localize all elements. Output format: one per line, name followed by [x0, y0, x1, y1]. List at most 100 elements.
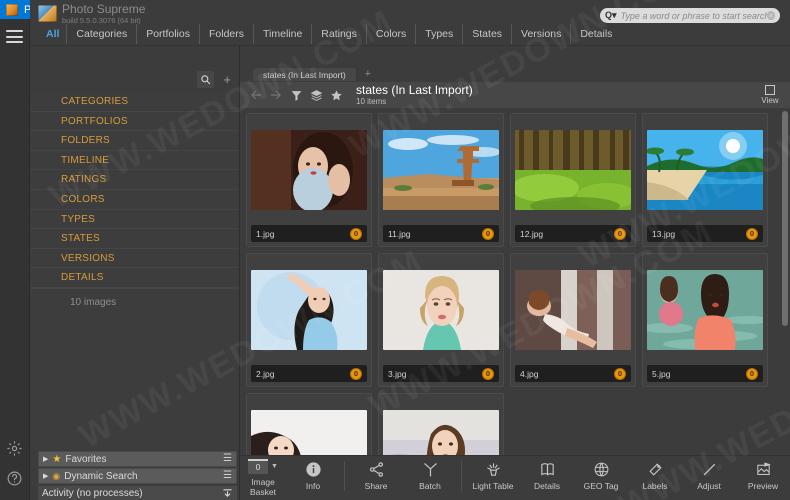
toolbar-light-table-button[interactable]: Light Table [466, 459, 520, 491]
app-icon [6, 3, 18, 16]
dynamic-search-icon: ◉ [52, 470, 61, 481]
thumbnail-image-container [251, 118, 367, 222]
image-basket[interactable]: 0 ▼ Image Basket [240, 459, 286, 497]
thumbnail-woman-on-couch [515, 270, 631, 350]
thumbnail-woman-in-water [647, 270, 763, 350]
search-icon[interactable] [197, 70, 215, 88]
layers-icon[interactable] [306, 85, 326, 105]
thumbnail-cell[interactable]: 11.jpg 0 [378, 113, 504, 247]
thumbnail-image-container [383, 398, 499, 455]
thumbnail-grid: 1.jpg 0 11.jpg 0 12.jpg 0 13.jpg 0 2.jpg… [240, 108, 781, 455]
nav-item-colors[interactable]: Colors [367, 24, 417, 44]
share-icon [349, 459, 403, 479]
nav-item-categories[interactable]: Categories [67, 24, 138, 44]
nav-item-states[interactable]: States [463, 24, 513, 44]
menu-handle-icon[interactable]: ☰ [223, 454, 232, 464]
thumbnail-cell[interactable]: 5.jpg 0 [642, 253, 768, 387]
gear-icon[interactable] [6, 440, 23, 457]
toolbar-info-button[interactable]: Info [286, 459, 340, 491]
thumbnail-cell[interactable]: 13.jpg 0 [642, 113, 768, 247]
status-badge[interactable]: 0 [614, 367, 626, 380]
toolbar-preview-button[interactable]: Preview [736, 459, 790, 491]
grid-scrollbar[interactable] [782, 111, 788, 452]
caret-down-icon[interactable]: ▼ [271, 463, 278, 470]
thumbnail-filename: 13.jpg [652, 228, 676, 239]
info-icon [286, 459, 340, 479]
tree-item-details[interactable]: DETAILS [30, 268, 239, 288]
thumbnail-cell[interactable]: 1.jpg 0 [246, 113, 372, 247]
tree-item-colors[interactable]: COLORS [30, 190, 239, 210]
nav-item-details[interactable]: Details [571, 24, 621, 44]
nav-item-ratings[interactable]: Ratings [312, 24, 367, 44]
menu-handle-icon[interactable]: ☰ [223, 471, 232, 481]
nav-item-timeline[interactable]: Timeline [254, 24, 313, 44]
status-badge[interactable]: 0 [482, 227, 494, 240]
status-badge[interactable]: 0 [482, 367, 494, 380]
app-name: Photo Supreme [62, 2, 146, 16]
star-icon[interactable] [326, 85, 346, 105]
toolbar-share-button[interactable]: Share [349, 459, 403, 491]
nav-item-all[interactable]: All [40, 24, 68, 44]
tree-item-categories[interactable]: CATEGORIES [30, 92, 239, 112]
toolbar-items: Info Share Batch Light Table Details GEO… [286, 459, 790, 491]
nav-item-types[interactable]: Types [416, 24, 464, 44]
thumbnail-caption: 1.jpg 0 [251, 225, 367, 242]
toolbar-labels-button[interactable]: Labels [628, 459, 682, 491]
activity-row[interactable]: Activity (no processes) [38, 485, 237, 500]
view-button[interactable]: View [756, 85, 784, 105]
clear-icon[interactable]: ✕ [766, 11, 775, 20]
tree-item-timeline[interactable]: TIMELINE [30, 151, 239, 171]
toolbar-geo-tag-button[interactable]: GEO Tag [574, 459, 628, 491]
plus-icon[interactable]: + [223, 73, 231, 86]
toolbar-label: Details [534, 481, 560, 491]
nav-item-portfolios[interactable]: Portfolios [137, 24, 200, 44]
search-placeholder: Type a word or phrase to start searching [620, 10, 767, 21]
thumbnail-image-container [251, 258, 367, 362]
batch-icon [403, 459, 457, 479]
arrow-left-icon[interactable] [246, 85, 266, 105]
thumbnail-cell[interactable]: 3.jpg 0 [378, 253, 504, 387]
tree-item-portfolios[interactable]: PORTFOLIOS [30, 112, 239, 132]
status-badge[interactable]: 0 [746, 227, 758, 240]
status-badge[interactable]: 0 [350, 227, 362, 240]
arrow-right-icon[interactable] [266, 85, 286, 105]
tree-item-states[interactable]: STATES [30, 229, 239, 249]
status-badge[interactable]: 0 [614, 227, 626, 240]
grid-scrollbar-thumb[interactable] [782, 111, 788, 326]
nav-item-versions[interactable]: Versions [512, 24, 572, 44]
dynamic-search-label: Dynamic Search [64, 470, 138, 482]
thumbnail-caption: 11.jpg 0 [383, 225, 499, 242]
thumbnail-cell[interactable]: 2.jpg 0 [246, 253, 372, 387]
thumbnail-cell[interactable]: 4.jpg 0 [510, 253, 636, 387]
thumbnail-image-container [383, 118, 499, 222]
filter-icon[interactable] [286, 85, 306, 105]
toolbar-batch-button[interactable]: Batch [403, 459, 457, 491]
status-badge[interactable]: 0 [746, 367, 758, 380]
light-table-icon [466, 459, 520, 479]
tree-item-types[interactable]: TYPES [30, 210, 239, 230]
basket-icon[interactable]: 0 ▼ [240, 459, 286, 474]
new-tab-button[interactable]: + [357, 67, 379, 81]
collapse-down-icon[interactable] [222, 488, 233, 499]
thumbnail-cell[interactable] [246, 393, 372, 455]
search-icon: Q▾ [605, 10, 617, 20]
help-icon[interactable] [6, 470, 23, 487]
tree-item-ratings[interactable]: RATINGS [30, 170, 239, 190]
toolbar-label: Batch [419, 481, 441, 491]
dynamic-search-row[interactable]: ▶ ◉ Dynamic Search ☰ [38, 468, 237, 484]
toolbar-details-button[interactable]: Details [520, 459, 574, 491]
document-tab-states[interactable]: states (In Last Import) [252, 67, 357, 81]
thumbnail-cell[interactable] [378, 393, 504, 455]
left-panel-bottom: ▶ ★ Favorites ☰ ▶ ◉ Dynamic Search ☰ Act… [30, 450, 239, 500]
view-label: View [761, 96, 779, 105]
thumbnail-cell[interactable]: 12.jpg 0 [510, 113, 636, 247]
search-input[interactable]: Q▾ Type a word or phrase to start search… [600, 8, 780, 23]
tree-item-versions[interactable]: VERSIONS [30, 249, 239, 269]
status-badge[interactable]: 0 [350, 367, 362, 380]
favorites-row[interactable]: ▶ ★ Favorites ☰ [38, 451, 237, 467]
toolbar-adjust-button[interactable]: Adjust [682, 459, 736, 491]
tree-item-folders[interactable]: FOLDERS [30, 131, 239, 151]
hamburger-menu-icon[interactable] [6, 30, 23, 43]
nav-item-folders[interactable]: Folders [200, 24, 254, 44]
triangle-right-icon: ▶ [43, 473, 49, 480]
